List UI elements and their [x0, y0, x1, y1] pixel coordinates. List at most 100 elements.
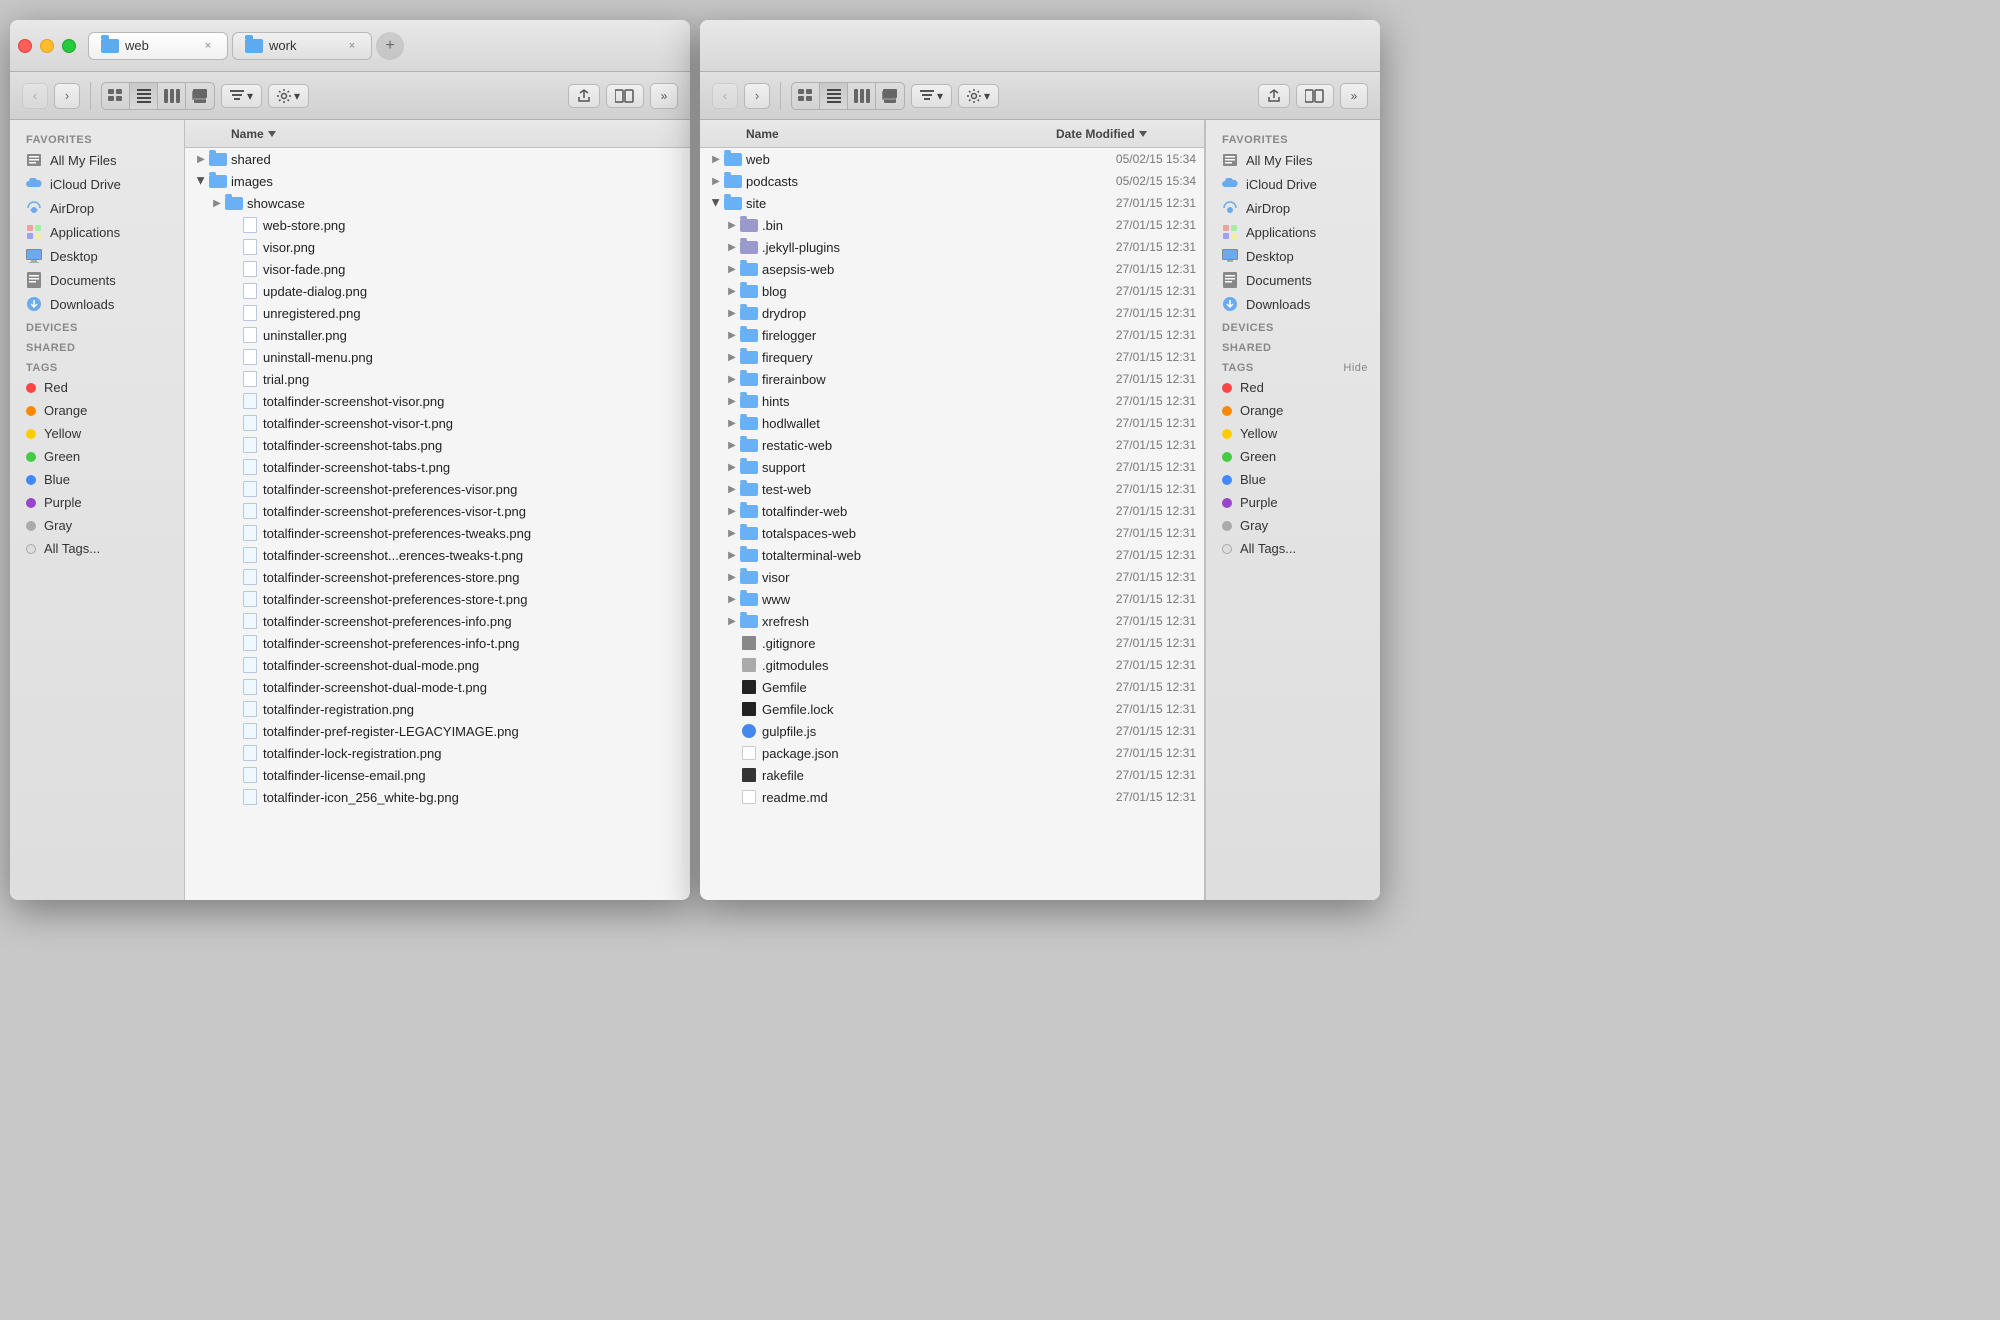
- traffic-lights-left[interactable]: [18, 39, 76, 53]
- sidebar-tag-purple[interactable]: Purple: [10, 491, 184, 514]
- file-row[interactable]: ▶ support 27/01/15 12:31: [700, 456, 1204, 478]
- expand-arrow[interactable]: ▶: [708, 151, 724, 167]
- file-row[interactable]: totalfinder-screenshot-preferences-info-…: [185, 632, 690, 654]
- cover-view-btn[interactable]: [186, 83, 214, 109]
- list-view-btn-r[interactable]: [820, 83, 848, 109]
- file-row[interactable]: totalfinder-screenshot-preferences-tweak…: [185, 522, 690, 544]
- file-row[interactable]: totalfinder-screenshot-dual-mode-t.png: [185, 676, 690, 698]
- expand-arrow[interactable]: ▶: [724, 239, 740, 255]
- expand-arrow[interactable]: ▶: [193, 173, 209, 189]
- sidebar-tag-yellow[interactable]: Yellow: [10, 422, 184, 445]
- expand-arrow[interactable]: ▶: [724, 481, 740, 497]
- file-row[interactable]: ▶ firelogger 27/01/15 12:31: [700, 324, 1204, 346]
- file-row[interactable]: totalfinder-lock-registration.png: [185, 742, 690, 764]
- file-row[interactable]: ▶ firequery 27/01/15 12:31: [700, 346, 1204, 368]
- name-column-header-r[interactable]: Name: [746, 127, 1056, 141]
- file-row[interactable]: .gitignore 27/01/15 12:31: [700, 632, 1204, 654]
- file-row[interactable]: totalfinder-pref-register-LEGACYIMAGE.pn…: [185, 720, 690, 742]
- expand-arrow[interactable]: ▶: [724, 525, 740, 541]
- file-row[interactable]: ▶ visor 27/01/15 12:31: [700, 566, 1204, 588]
- file-row[interactable]: totalfinder-screenshot-preferences-store…: [185, 588, 690, 610]
- sidebar-item-all-my-files[interactable]: All My Files: [10, 148, 184, 172]
- more-btn-r[interactable]: »: [1340, 83, 1368, 109]
- expand-arrow[interactable]: ▶: [724, 283, 740, 299]
- expand-arrow[interactable]: ▶: [724, 349, 740, 365]
- expand-arrow[interactable]: ▶: [724, 393, 740, 409]
- file-row[interactable]: ▶ firerainbow 27/01/15 12:31: [700, 368, 1204, 390]
- sidebar-tag-gray[interactable]: Gray: [10, 514, 184, 537]
- sidebar-item-applications[interactable]: Applications: [10, 220, 184, 244]
- file-row[interactable]: ▶ totalspaces-web 27/01/15 12:31: [700, 522, 1204, 544]
- sidebar-right-tag-blue[interactable]: Blue: [1206, 468, 1380, 491]
- action-gear-btn-r[interactable]: ▾: [958, 84, 999, 108]
- file-row[interactable]: totalfinder-screenshot-tabs.png: [185, 434, 690, 456]
- file-row[interactable]: ▶ podcasts 05/02/15 15:34: [700, 170, 1204, 192]
- arrange-btn-r[interactable]: [1296, 84, 1334, 108]
- arrange-btn[interactable]: [606, 84, 644, 108]
- file-row[interactable]: totalfinder-screenshot-dual-mode.png: [185, 654, 690, 676]
- file-row[interactable]: visor-fade.png: [185, 258, 690, 280]
- action-gear-btn[interactable]: ▾: [268, 84, 309, 108]
- file-row[interactable]: ▶ hints 27/01/15 12:31: [700, 390, 1204, 412]
- file-row[interactable]: totalfinder-icon_256_white-bg.png: [185, 786, 690, 808]
- file-row[interactable]: totalfinder-license-email.png: [185, 764, 690, 786]
- file-row[interactable]: gulpfile.js 27/01/15 12:31: [700, 720, 1204, 742]
- cover-view-btn-r[interactable]: [876, 83, 904, 109]
- file-row[interactable]: ▶ hodlwallet 27/01/15 12:31: [700, 412, 1204, 434]
- sidebar-right-tag-red[interactable]: Red: [1206, 376, 1380, 399]
- file-row[interactable]: Gemfile.lock 27/01/15 12:31: [700, 698, 1204, 720]
- expand-arrow[interactable]: ▶: [724, 503, 740, 519]
- file-row[interactable]: update-dialog.png: [185, 280, 690, 302]
- expand-arrow[interactable]: ▶: [724, 327, 740, 343]
- sidebar-item-desktop[interactable]: Desktop: [10, 244, 184, 268]
- list-view-btn[interactable]: [130, 83, 158, 109]
- file-row[interactable]: ▶ totalfinder-web 27/01/15 12:31: [700, 500, 1204, 522]
- sidebar-item-documents[interactable]: Documents: [10, 268, 184, 292]
- forward-button[interactable]: ›: [54, 83, 80, 109]
- sidebar-tag-blue[interactable]: Blue: [10, 468, 184, 491]
- sidebar-item-icloud[interactable]: iCloud Drive: [10, 172, 184, 196]
- minimize-button[interactable]: [40, 39, 54, 53]
- sidebar-right-item-documents[interactable]: Documents: [1206, 268, 1380, 292]
- sidebar-tag-all[interactable]: All Tags...: [10, 537, 184, 560]
- hide-tags-button[interactable]: Hide: [1343, 362, 1368, 374]
- sidebar-item-airdrop[interactable]: AirDrop: [10, 196, 184, 220]
- column-view-btn-r[interactable]: [848, 83, 876, 109]
- new-tab-button[interactable]: +: [376, 32, 404, 60]
- sidebar-right-item-applications[interactable]: Applications: [1206, 220, 1380, 244]
- file-row[interactable]: package.json 27/01/15 12:31: [700, 742, 1204, 764]
- forward-button-r[interactable]: ›: [744, 83, 770, 109]
- file-row[interactable]: totalfinder-screenshot-preferences-store…: [185, 566, 690, 588]
- sidebar-right-item-airdrop[interactable]: AirDrop: [1206, 196, 1380, 220]
- file-row[interactable]: totalfinder-screenshot-preferences-visor…: [185, 500, 690, 522]
- expand-arrow[interactable]: ▶: [724, 437, 740, 453]
- file-row[interactable]: web-store.png: [185, 214, 690, 236]
- icon-view-btn-r[interactable]: [792, 83, 820, 109]
- file-row[interactable]: ▶ xrefresh 27/01/15 12:31: [700, 610, 1204, 632]
- sort-action-btn-r[interactable]: ▾: [911, 84, 952, 108]
- file-row[interactable]: readme.md 27/01/15 12:31: [700, 786, 1204, 808]
- file-row[interactable]: ▶ shared: [185, 148, 690, 170]
- file-row[interactable]: totalfinder-screenshot-visor-t.png: [185, 412, 690, 434]
- expand-arrow[interactable]: ▶: [724, 217, 740, 233]
- back-button-r[interactable]: ‹: [712, 83, 738, 109]
- file-row[interactable]: totalfinder-screenshot-visor.png: [185, 390, 690, 412]
- file-row[interactable]: ▶ site 27/01/15 12:31: [700, 192, 1204, 214]
- file-row[interactable]: uninstaller.png: [185, 324, 690, 346]
- expand-arrow[interactable]: ▶: [724, 459, 740, 475]
- sidebar-right-tag-purple[interactable]: Purple: [1206, 491, 1380, 514]
- more-btn[interactable]: »: [650, 83, 678, 109]
- file-row[interactable]: ▶ asepsis-web 27/01/15 12:31: [700, 258, 1204, 280]
- file-row[interactable]: ▶ images: [185, 170, 690, 192]
- expand-arrow[interactable]: ▶: [708, 195, 724, 211]
- expand-arrow[interactable]: ▶: [724, 547, 740, 563]
- file-row[interactable]: ▶ drydrop 27/01/15 12:31: [700, 302, 1204, 324]
- file-row[interactable]: ▶ blog 27/01/15 12:31: [700, 280, 1204, 302]
- file-row[interactable]: ▶ showcase: [185, 192, 690, 214]
- file-row[interactable]: rakefile 27/01/15 12:31: [700, 764, 1204, 786]
- sidebar-tag-orange[interactable]: Orange: [10, 399, 184, 422]
- file-row[interactable]: ▶ www 27/01/15 12:31: [700, 588, 1204, 610]
- close-button[interactable]: [18, 39, 32, 53]
- file-row[interactable]: totalfinder-screenshot-preferences-visor…: [185, 478, 690, 500]
- share-btn-r[interactable]: [1258, 84, 1290, 108]
